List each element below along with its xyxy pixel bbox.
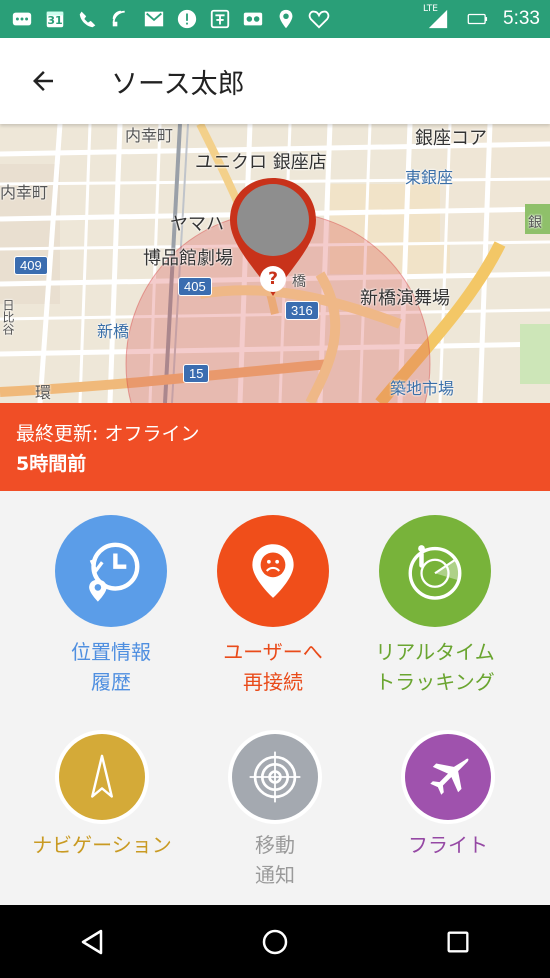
airplane-icon [430,758,469,795]
map-label-hibiya: 日比谷 [1,299,15,335]
reconnect-user-label-1: ユーザーへ [223,640,323,664]
movement-notification-label-2: 通知 [255,863,295,887]
realtime-tracking-label-2: トラッキング [375,670,495,694]
route-shield-15: 15 [183,364,210,383]
movement-notification-circle [232,734,318,820]
circle-home-icon [262,929,288,954]
question-icon: ? [268,269,278,289]
voicemail-icon [241,8,265,30]
map-label-shinbashi: 新橋 [97,322,130,341]
location-history-button[interactable]: 位置情報 履歴 [21,515,201,697]
heart-icon [307,8,331,30]
navigation-button[interactable]: ナビゲーション [12,734,192,860]
map-label-yamaha: ヤマハ [170,214,224,235]
location-history-circle [55,515,167,627]
navigation-label: ナビゲーション [32,833,172,857]
location-history-label-1: 位置情報 [71,640,151,664]
map-label-uchisaiwaicho: 内幸町 [125,126,174,145]
reconnect-user-circle [217,515,329,627]
map-view[interactable]: 内幸町 内幸町 銀座コア ユニクロ 銀座店 東銀座 ヤマハ 博品館劇場 新橋演舞… [0,124,550,403]
flight-label: フライト [408,833,488,857]
flight-circle [405,734,491,820]
radar-icon [408,545,462,600]
route-shield-405: 405 [178,277,212,296]
back-button[interactable] [13,51,73,111]
wifi-call-icon [76,8,100,30]
map-label-ginza-core: 銀座コア [415,128,487,149]
movement-notification-label-1: 移動 [255,833,295,857]
map-label-kan: 環 [35,383,52,402]
mail-icon [142,8,166,30]
nfc-icon [109,8,133,30]
nav-home-button[interactable] [240,912,310,972]
arrow-back-icon [33,71,53,91]
route-shield-409: 409 [14,256,48,275]
map-label-uniqlo: ユニクロ 銀座店 [195,152,327,173]
reconnect-user-label-2: 再接続 [242,670,303,694]
calendar-day: 31 [47,14,63,27]
navigation-arrow-icon [91,754,113,798]
reconnect-user-button[interactable]: ユーザーへ 再接続 [183,515,363,697]
nav-back-button[interactable] [57,912,127,972]
app-icon [208,8,232,30]
location-icon [274,8,298,30]
nav-recents-button[interactable] [423,912,493,972]
map-label-shinbashi-enbujo: 新橋演舞場 [360,288,450,309]
navigation-circle [59,734,145,820]
status-bar: 31 LTE 5:33 [0,0,550,38]
clock: 5:33 [503,8,540,29]
flight-button[interactable]: フライト [358,734,538,860]
status-banner: 最終更新: オフライン 5時間前 [0,403,550,491]
triangle-back-icon [81,929,102,954]
square-recents-icon [447,931,469,952]
map-label-tsukiji: 築地市場 [390,379,455,398]
action-grid: 位置情報 履歴 ユーザーへ 再接続 リアルタイム トラッキング ナビゲーション … [0,491,550,905]
last-update-label: 最終更新: オフライン [16,423,200,445]
location-history-label-2: 履歴 [91,670,131,694]
pin-badge: ? [260,266,286,292]
realtime-tracking-label-1: リアルタイム [375,640,495,664]
map-label-uchisaiwaicho-left: 内幸町 [0,183,49,202]
location-pin[interactable]: ? [228,176,318,296]
app-bar: ソース太郎 [0,38,550,124]
map-label-ginza-edge: 銀 [528,215,542,231]
route-shield-316: 316 [285,301,319,320]
calendar-icon: 31 [43,8,67,30]
alert-icon [175,8,199,30]
map-label-hakuhinkan: 博品館劇場 [143,248,233,269]
battery-icon [461,8,495,30]
system-nav-bar [0,905,550,978]
map-label-higashi-ginza: 東銀座 [405,168,454,187]
realtime-tracking-circle [379,515,491,627]
signal-icon: LTE [423,4,453,30]
movement-notification-button[interactable]: 移動 通知 [185,734,365,890]
notification-icon [10,8,34,30]
target-icon [249,751,301,803]
realtime-tracking-button[interactable]: リアルタイム トラッキング [345,515,525,697]
lte-label: LTE [423,4,438,14]
history-clock-icon [89,542,140,602]
page-title: ソース太郎 [111,68,245,100]
sad-pin-icon [252,544,294,598]
last-update-time: 5時間前 [16,453,87,475]
